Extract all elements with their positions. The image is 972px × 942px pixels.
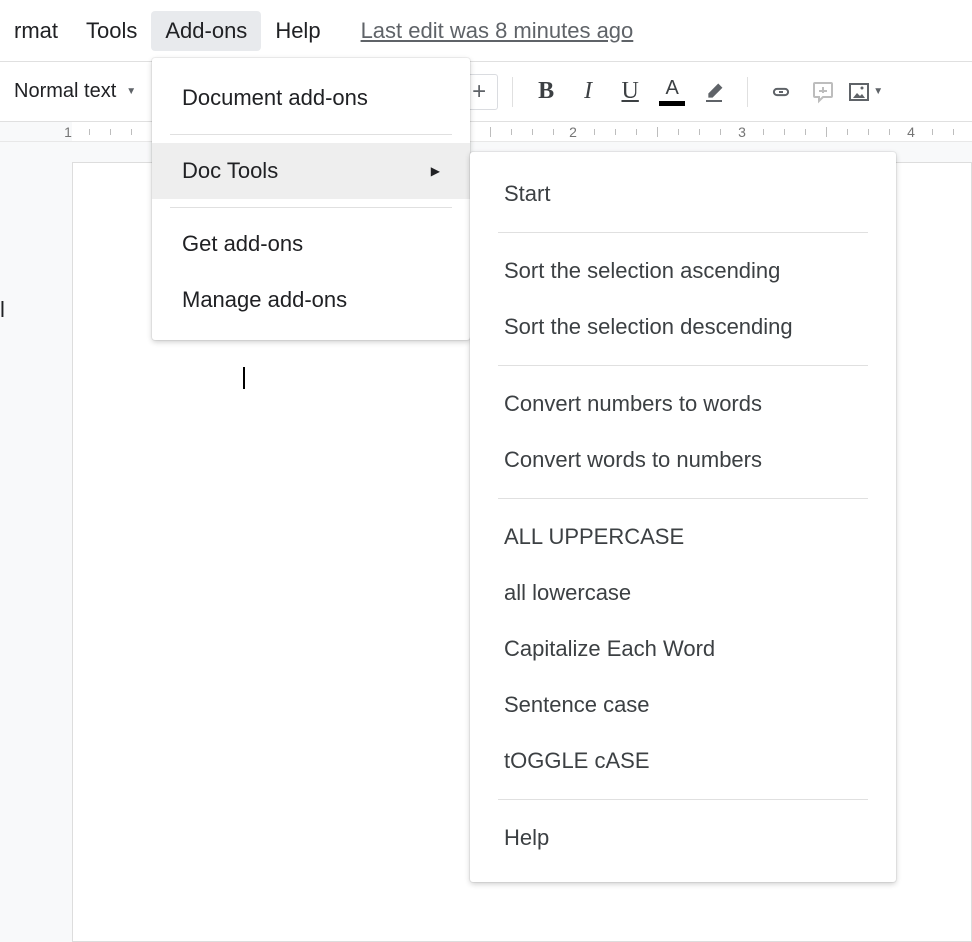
separator — [170, 134, 452, 135]
menu-item-label: Convert words to numbers — [504, 447, 762, 473]
comment-icon — [811, 80, 835, 104]
menu-help[interactable]: Help — [261, 11, 334, 51]
ruler-number: 1 — [64, 124, 72, 140]
menu-tools[interactable]: Tools — [72, 11, 151, 51]
menu-item-label: Get add-ons — [182, 231, 303, 257]
underline-icon: U — [621, 78, 638, 105]
ruler-number: 4 — [907, 124, 915, 140]
menu-item-label: Sort the selection descending — [504, 314, 793, 340]
underline-button[interactable]: U — [611, 74, 649, 110]
addons-dropdown: Document add-ons Doc Tools ▶ Get add-ons… — [152, 58, 470, 340]
menu-format[interactable]: rmat — [0, 11, 72, 51]
menu-item-doctools-help[interactable]: Help — [470, 810, 896, 866]
toolbar: Normal text ▼ + B I U A ▼ — [0, 62, 972, 122]
separator — [498, 232, 868, 233]
separator — [498, 799, 868, 800]
menubar: rmat Tools Add-ons Help Last edit was 8 … — [0, 0, 972, 62]
ruler[interactable]: 1 2 3 4 — [0, 122, 972, 142]
menu-item-label: Manage add-ons — [182, 287, 347, 313]
menu-item-label: Sentence case — [504, 692, 650, 718]
menu-item-label: Convert numbers to words — [504, 391, 762, 417]
text-color-icon: A — [665, 77, 678, 100]
menu-item-label: tOGGLE cASE — [504, 748, 650, 774]
paragraph-style-label: Normal text — [14, 80, 116, 103]
menu-item-label: Sort the selection ascending — [504, 258, 780, 284]
color-bar — [659, 101, 685, 106]
insert-link-button[interactable] — [762, 74, 800, 110]
link-icon — [769, 80, 793, 104]
paragraph-style-dropdown[interactable]: Normal text ▼ — [4, 74, 146, 110]
image-icon — [847, 80, 871, 104]
menu-addons[interactable]: Add-ons — [151, 11, 261, 51]
menu-item-doc-tools[interactable]: Doc Tools ▶ — [152, 143, 470, 199]
menu-item-label: Doc Tools — [182, 158, 278, 184]
text-caret — [243, 367, 245, 389]
separator — [498, 365, 868, 366]
menu-item-uppercase[interactable]: ALL UPPERCASE — [470, 509, 896, 565]
menu-item-label: Capitalize Each Word — [504, 636, 715, 662]
menu-item-manage-addons[interactable]: Manage add-ons — [152, 272, 470, 328]
menu-item-label: ALL UPPERCASE — [504, 524, 684, 550]
menu-item-label: Document add-ons — [182, 85, 368, 111]
ruler-number: 2 — [569, 124, 577, 140]
bold-icon: B — [538, 78, 554, 105]
italic-icon: I — [584, 78, 592, 105]
menu-item-togglecase[interactable]: tOGGLE cASE — [470, 733, 896, 789]
insert-image-button[interactable]: ▼ — [846, 74, 884, 110]
italic-button[interactable]: I — [569, 74, 607, 110]
menu-item-capitalize[interactable]: Capitalize Each Word — [470, 621, 896, 677]
menu-item-start[interactable]: Start — [470, 166, 896, 222]
highlighter-icon — [702, 80, 726, 104]
submenu-arrow-icon: ▶ — [431, 164, 440, 178]
separator — [498, 498, 868, 499]
menu-item-num-to-words[interactable]: Convert numbers to words — [470, 376, 896, 432]
bold-button[interactable]: B — [527, 74, 565, 110]
menu-item-sort-desc[interactable]: Sort the selection descending — [470, 299, 896, 355]
menu-item-words-to-num[interactable]: Convert words to numbers — [470, 432, 896, 488]
separator — [747, 77, 748, 107]
menu-item-sentencecase[interactable]: Sentence case — [470, 677, 896, 733]
caret-down-icon: ▼ — [873, 86, 883, 97]
last-edit-link[interactable]: Last edit was 8 minutes ago — [361, 18, 634, 44]
menu-item-document-addons[interactable]: Document add-ons — [152, 70, 470, 126]
separator — [512, 77, 513, 107]
menu-item-lowercase[interactable]: all lowercase — [470, 565, 896, 621]
menu-item-get-addons[interactable]: Get add-ons — [152, 216, 470, 272]
menu-item-label: Help — [504, 825, 549, 851]
add-comment-button[interactable] — [804, 74, 842, 110]
highlight-color-button[interactable] — [695, 74, 733, 110]
ruler-number: 3 — [738, 124, 746, 140]
doctools-submenu: Start Sort the selection ascending Sort … — [470, 152, 896, 882]
outline-fragment: l — [0, 297, 5, 323]
menu-item-label: all lowercase — [504, 580, 631, 606]
separator — [170, 207, 452, 208]
menu-item-label: Start — [504, 181, 550, 207]
menu-item-sort-asc[interactable]: Sort the selection ascending — [470, 243, 896, 299]
caret-down-icon: ▼ — [126, 86, 136, 97]
text-color-button[interactable]: A — [653, 74, 691, 110]
